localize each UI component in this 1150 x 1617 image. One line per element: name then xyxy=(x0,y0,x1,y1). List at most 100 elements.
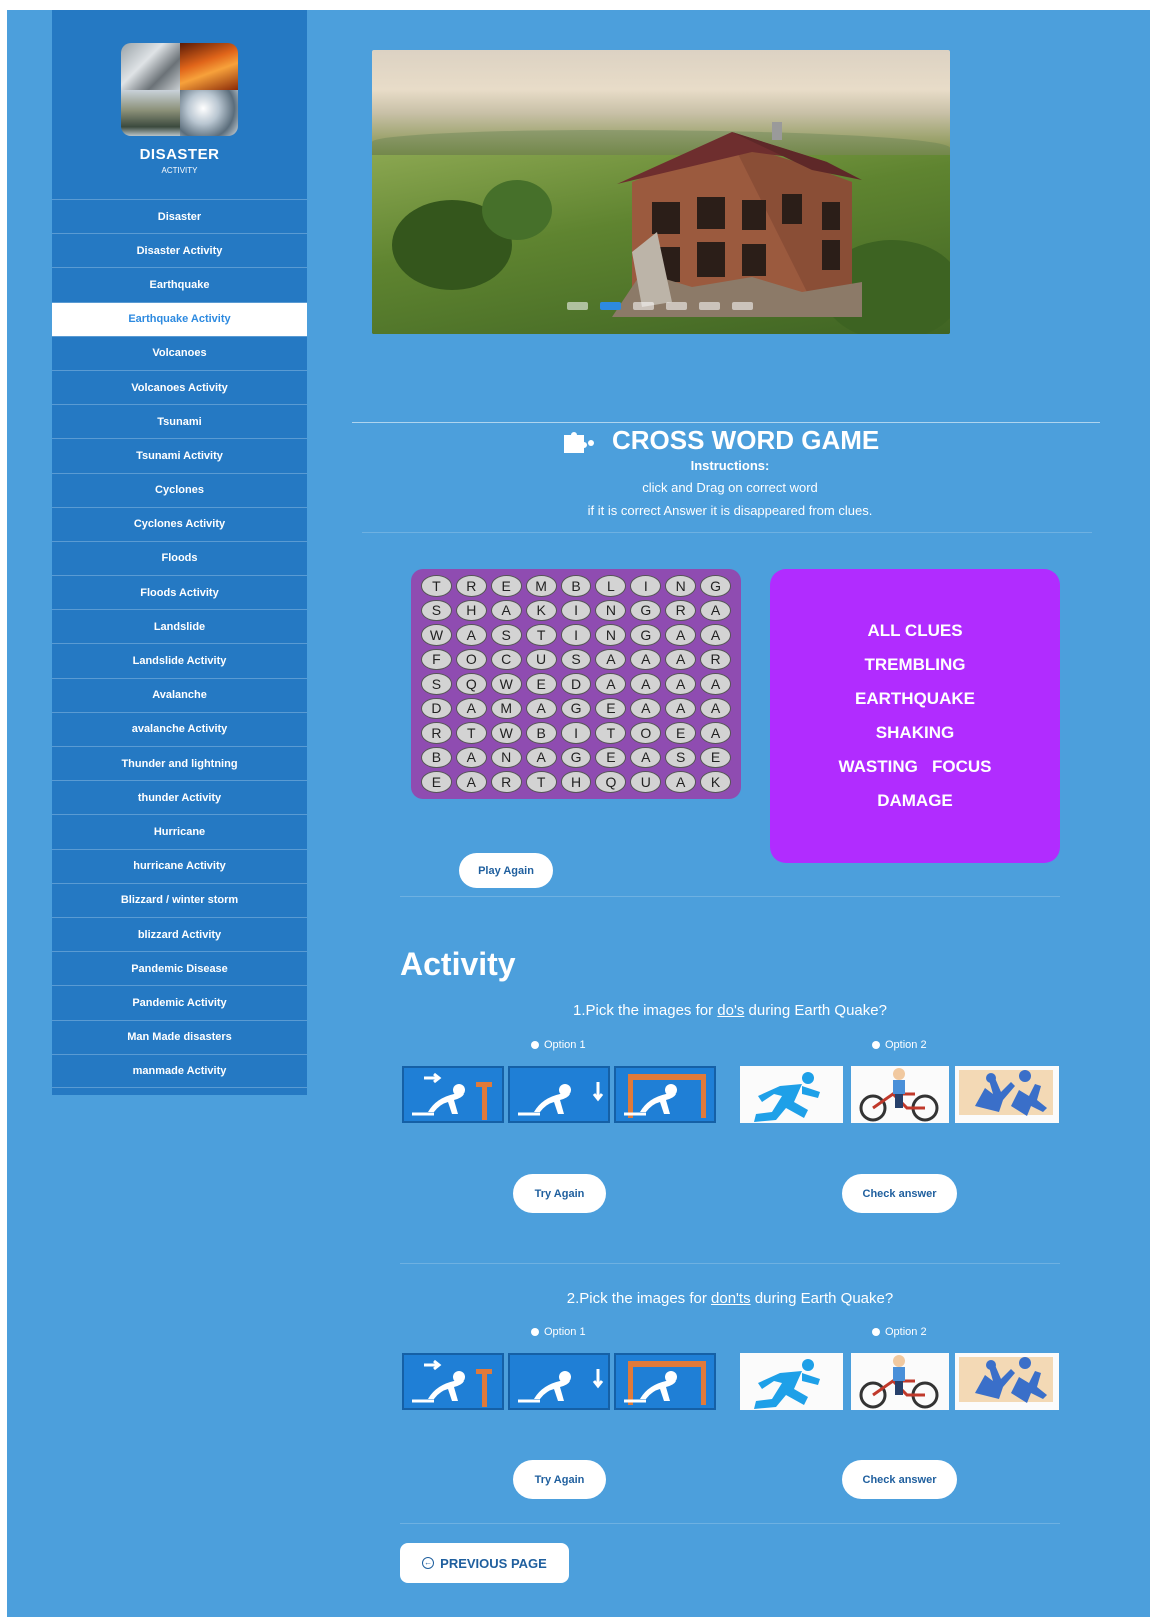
grid-letter-cell[interactable]: G xyxy=(700,575,732,597)
question-1-option-2[interactable]: Option 2 xyxy=(872,1039,927,1051)
slider-dot[interactable] xyxy=(567,302,588,310)
grid-letter-cell[interactable]: D xyxy=(421,697,452,719)
sidebar-item-disaster[interactable]: Disaster xyxy=(52,199,307,233)
grid-letter-cell[interactable]: C xyxy=(490,648,522,670)
grid-letter-cell[interactable]: N xyxy=(595,599,627,621)
sidebar-item-tsunami[interactable]: Tsunami xyxy=(52,404,307,438)
question-1-option-2-image[interactable] xyxy=(740,1066,843,1123)
grid-letter-cell[interactable]: D xyxy=(560,673,592,695)
question-2-option-2-image[interactable] xyxy=(740,1353,843,1410)
sidebar-item-thunder-and-lightning[interactable]: Thunder and lightning xyxy=(52,746,307,780)
grid-letter-cell[interactable]: S xyxy=(421,599,452,621)
question-1-option-2-image[interactable] xyxy=(955,1066,1059,1123)
word-search-grid[interactable]: TREMBLINGSHAKINGRAWASTINGAAFOCUSAAARSQWE… xyxy=(411,569,741,799)
grid-letter-cell[interactable]: A xyxy=(665,697,697,719)
grid-letter-cell[interactable]: G xyxy=(630,624,662,646)
grid-letter-cell[interactable]: N xyxy=(665,575,697,597)
grid-letter-cell[interactable]: N xyxy=(595,624,627,646)
grid-letter-cell[interactable]: K xyxy=(700,771,732,793)
grid-letter-cell[interactable]: E xyxy=(665,722,697,744)
grid-letter-cell[interactable]: O xyxy=(455,648,487,670)
grid-letter-cell[interactable]: A xyxy=(700,722,732,744)
grid-letter-cell[interactable]: A xyxy=(700,599,732,621)
grid-letter-cell[interactable]: U xyxy=(525,648,557,670)
grid-letter-cell[interactable]: T xyxy=(595,722,627,744)
grid-letter-cell[interactable]: R xyxy=(455,575,487,597)
question-2-option-2-image[interactable] xyxy=(955,1353,1059,1410)
grid-letter-cell[interactable]: A xyxy=(525,746,557,768)
sidebar-item-earthquake[interactable]: Earthquake xyxy=(52,267,307,301)
grid-letter-cell[interactable]: B xyxy=(525,722,557,744)
question-2-option-1-image[interactable] xyxy=(614,1353,716,1410)
grid-letter-cell[interactable]: Q xyxy=(455,673,487,695)
play-again-button[interactable]: Play Again xyxy=(459,853,553,888)
question-2-option-1-image[interactable] xyxy=(508,1353,610,1410)
grid-letter-cell[interactable]: A xyxy=(700,673,732,695)
grid-letter-cell[interactable]: G xyxy=(560,746,592,768)
grid-letter-cell[interactable]: W xyxy=(421,624,452,646)
sidebar-item-manmade-activity[interactable]: manmade Activity xyxy=(52,1053,307,1088)
grid-letter-cell[interactable]: A xyxy=(630,673,662,695)
grid-letter-cell[interactable]: T xyxy=(421,575,452,597)
sidebar-item-pandemic-disease[interactable]: Pandemic Disease xyxy=(52,951,307,985)
sidebar-item-disaster-activity[interactable]: Disaster Activity xyxy=(52,233,307,267)
grid-letter-cell[interactable]: R xyxy=(700,648,732,670)
grid-letter-cell[interactable]: E xyxy=(490,575,522,597)
grid-letter-cell[interactable]: S xyxy=(665,746,697,768)
question-1-option-1-image[interactable] xyxy=(614,1066,716,1123)
grid-letter-cell[interactable]: G xyxy=(630,599,662,621)
grid-letter-cell[interactable]: H xyxy=(560,771,592,793)
sidebar-item-floods[interactable]: Floods xyxy=(52,540,307,575)
sidebar-item-floods-activity[interactable]: Floods Activity xyxy=(52,575,307,609)
question-1-option-2-image[interactable] xyxy=(851,1066,949,1123)
slider-dot[interactable] xyxy=(600,302,621,310)
question-2-option-2-image[interactable] xyxy=(851,1353,949,1410)
grid-letter-cell[interactable]: M xyxy=(490,697,522,719)
question-1-check-answer-button[interactable]: Check answer xyxy=(842,1174,957,1213)
grid-letter-cell[interactable]: A xyxy=(665,771,697,793)
question-1-option-1[interactable]: Option 1 xyxy=(531,1039,586,1051)
grid-letter-cell[interactable]: A xyxy=(455,697,487,719)
grid-letter-cell[interactable]: T xyxy=(455,722,487,744)
grid-letter-cell[interactable]: A xyxy=(630,746,662,768)
slider-dot[interactable] xyxy=(732,302,753,310)
grid-letter-cell[interactable]: A xyxy=(455,771,487,793)
question-2-check-answer-button[interactable]: Check answer xyxy=(842,1460,957,1499)
grid-letter-cell[interactable]: N xyxy=(490,746,522,768)
grid-letter-cell[interactable]: A xyxy=(595,648,627,670)
grid-letter-cell[interactable]: E xyxy=(525,673,557,695)
sidebar-item-volcanoes-activity[interactable]: Volcanoes Activity xyxy=(52,369,307,404)
grid-letter-cell[interactable]: A xyxy=(700,624,732,646)
question-2-option-1-image[interactable] xyxy=(402,1353,504,1410)
slider-dot[interactable] xyxy=(699,302,720,310)
sidebar-item-avalanche-activity[interactable]: avalanche Activity xyxy=(52,711,307,746)
sidebar-item-landslide[interactable]: Landslide xyxy=(52,609,307,643)
sidebar-item-avalanche[interactable]: Avalanche xyxy=(52,677,307,712)
grid-letter-cell[interactable]: A xyxy=(455,746,487,768)
sidebar-item-thunder-activity[interactable]: thunder Activity xyxy=(52,780,307,814)
grid-letter-cell[interactable]: S xyxy=(421,673,452,695)
sidebar-item-earthquake-activity[interactable]: Earthquake Activity xyxy=(52,301,307,336)
grid-letter-cell[interactable]: F xyxy=(421,648,452,670)
sidebar-item-volcanoes[interactable]: Volcanoes xyxy=(52,335,307,370)
grid-letter-cell[interactable]: E xyxy=(595,746,627,768)
sidebar-item-hurricane-activity[interactable]: hurricane Activity xyxy=(52,848,307,883)
sidebar-item-landslide-activity[interactable]: Landslide Activity xyxy=(52,643,307,677)
grid-letter-cell[interactable]: O xyxy=(630,722,662,744)
grid-letter-cell[interactable]: L xyxy=(595,575,627,597)
grid-letter-cell[interactable]: I xyxy=(560,722,592,744)
grid-letter-cell[interactable]: R xyxy=(421,722,452,744)
grid-letter-cell[interactable]: A xyxy=(490,599,522,621)
grid-letter-cell[interactable]: B xyxy=(421,746,452,768)
grid-letter-cell[interactable]: S xyxy=(490,624,522,646)
grid-letter-cell[interactable]: T xyxy=(525,624,557,646)
grid-letter-cell[interactable]: W xyxy=(490,722,522,744)
grid-letter-cell[interactable]: U xyxy=(630,771,662,793)
slider-dot[interactable] xyxy=(666,302,687,310)
question-2-option-2[interactable]: Option 2 xyxy=(872,1326,927,1338)
grid-letter-cell[interactable]: A xyxy=(525,697,557,719)
slider-dot[interactable] xyxy=(633,302,654,310)
grid-letter-cell[interactable]: S xyxy=(560,648,592,670)
grid-letter-cell[interactable]: A xyxy=(700,697,732,719)
grid-letter-cell[interactable]: K xyxy=(525,599,557,621)
